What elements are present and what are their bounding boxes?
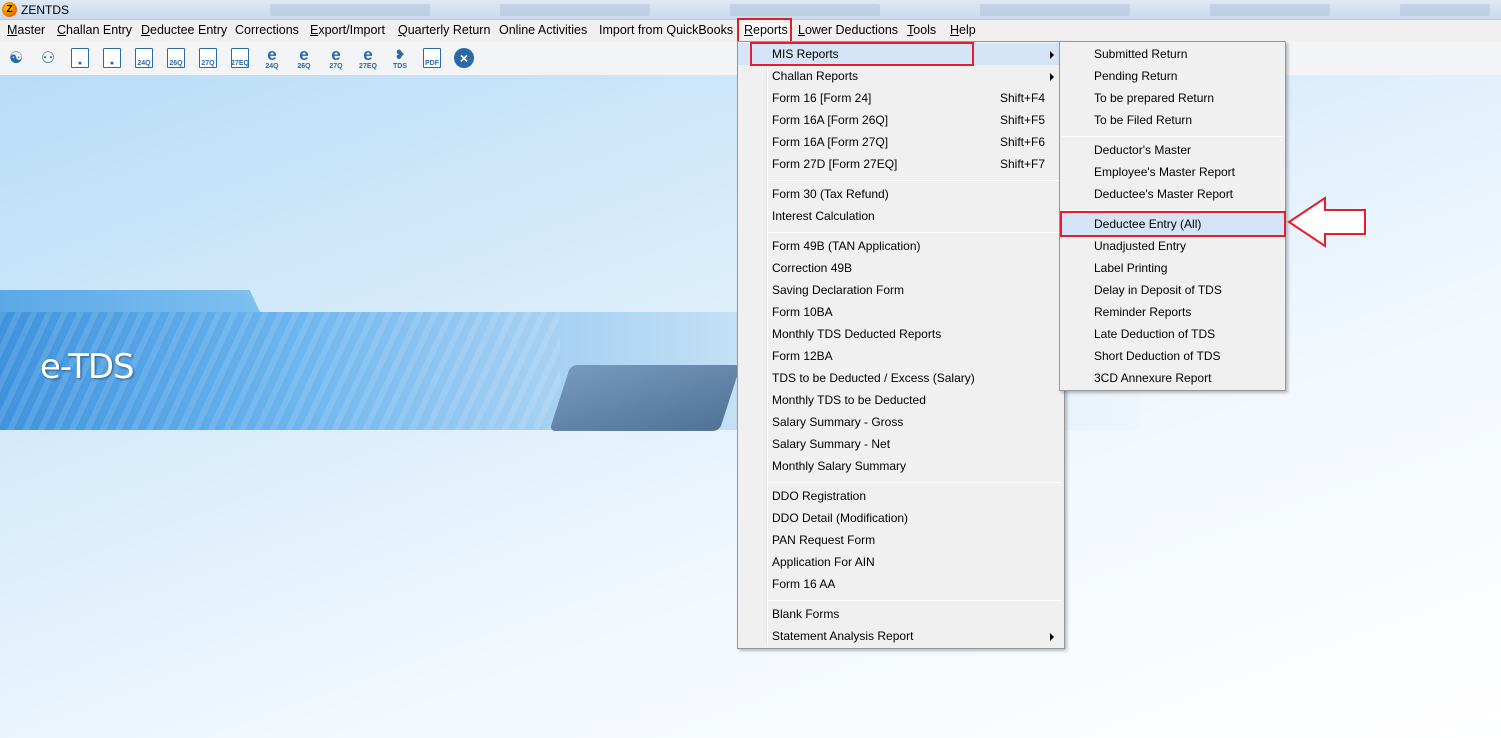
- submenu-arrow-icon: [1050, 51, 1054, 59]
- menu-item-saving-declaration[interactable]: Saving Declaration Form: [738, 279, 1064, 301]
- menu-item-form10ba[interactable]: Form 10BA: [738, 301, 1064, 323]
- menu-separator: [1062, 136, 1283, 137]
- menu-corrections[interactable]: Corrections: [235, 23, 299, 37]
- menu-export-import[interactable]: Export/Import: [310, 23, 385, 37]
- banner-title: e-TDS: [40, 347, 135, 387]
- menu-item-unadjusted-entry[interactable]: Unadjusted Entry: [1060, 235, 1285, 257]
- menu-item-short-deduction-tds[interactable]: Short Deduction of TDS: [1060, 345, 1285, 367]
- menu-item-form30[interactable]: Form 30 (Tax Refund): [738, 183, 1064, 205]
- form-27q-icon[interactable]: 27Q: [196, 46, 220, 70]
- calculator-image: [549, 365, 741, 431]
- menu-item-reminder-reports[interactable]: Reminder Reports: [1060, 301, 1285, 323]
- menu-item-statement-analysis[interactable]: Statement Analysis Report: [738, 625, 1064, 647]
- e-27eq-icon[interactable]: e 27EQ: [356, 46, 380, 70]
- menu-import-quickbooks[interactable]: Import from QuickBooks: [599, 23, 733, 37]
- menu-item-salary-summary-gross[interactable]: Salary Summary - Gross: [738, 411, 1064, 433]
- menu-item-monthly-tds-to-deduct[interactable]: Monthly TDS to be Deducted: [738, 389, 1064, 411]
- menu-item-3cd-annexure-report[interactable]: 3CD Annexure Report: [1060, 367, 1285, 389]
- menu-master[interactable]: Master: [7, 23, 45, 37]
- pointer-arrow-icon: [1287, 196, 1366, 248]
- menu-item-ddo-registration[interactable]: DDO Registration: [738, 485, 1064, 507]
- menu-tools[interactable]: Tools: [907, 23, 936, 37]
- background-taskbar: [250, 0, 1500, 20]
- menu-item-mis-reports[interactable]: MIS Reports: [738, 43, 1064, 65]
- menu-item-application-ain[interactable]: Application For AIN: [738, 551, 1064, 573]
- menu-item-form16aa[interactable]: Form 16 AA: [738, 573, 1064, 595]
- menu-item-late-deduction-tds[interactable]: Late Deduction of TDS: [1060, 323, 1285, 345]
- menu-item-monthly-salary-summary[interactable]: Monthly Salary Summary: [738, 455, 1064, 477]
- menu-help[interactable]: Help: [950, 23, 976, 37]
- menu-item-blank-forms[interactable]: Blank Forms: [738, 603, 1064, 625]
- menu-item-tds-excess-salary[interactable]: TDS to be Deducted / Excess (Salary): [738, 367, 1064, 389]
- form-27eq-icon[interactable]: 27EQ: [228, 46, 252, 70]
- form-24q-icon[interactable]: 24Q: [132, 46, 156, 70]
- menu-item-pending-return[interactable]: Pending Return: [1060, 65, 1285, 87]
- e-27q-icon[interactable]: e 27Q: [324, 46, 348, 70]
- banner-tab: [0, 290, 260, 312]
- menu-separator: [768, 180, 1062, 181]
- pdf-icon[interactable]: PDF: [420, 46, 444, 70]
- menu-item-delay-deposit-tds[interactable]: Delay in Deposit of TDS: [1060, 279, 1285, 301]
- e-26q-icon[interactable]: e 26Q: [292, 46, 316, 70]
- reports-menu: MIS Reports Challan Reports Form 16 [For…: [737, 41, 1065, 649]
- menu-item-deductees-master-report[interactable]: Deductee's Master Report: [1060, 183, 1285, 205]
- menu-item-to-be-prepared-return[interactable]: To be prepared Return: [1060, 87, 1285, 109]
- mis-reports-submenu: Submitted Return Pending Return To be pr…: [1059, 41, 1286, 391]
- person-doc-icon[interactable]: ●: [68, 46, 92, 70]
- menu-challan-entry[interactable]: Challan Entry: [57, 23, 132, 37]
- menu-item-to-be-filed-return[interactable]: To be Filed Return: [1060, 109, 1285, 131]
- menu-item-form49b[interactable]: Form 49B (TAN Application): [738, 235, 1064, 257]
- menu-item-form16a-26q[interactable]: Form 16A [Form 26Q] Shift+F5: [738, 109, 1064, 131]
- menu-item-interest-calculation[interactable]: Interest Calculation: [738, 205, 1064, 227]
- menu-item-form16a-27q[interactable]: Form 16A [Form 27Q] Shift+F6: [738, 131, 1064, 153]
- users-icon[interactable]: ☯: [4, 46, 28, 70]
- menu-item-label-printing[interactable]: Label Printing: [1060, 257, 1285, 279]
- menu-separator: [768, 482, 1062, 483]
- menu-item-correction-49b[interactable]: Correction 49B: [738, 257, 1064, 279]
- menu-item-deductee-entry-all[interactable]: Deductee Entry (All): [1060, 213, 1285, 235]
- menu-item-ddo-detail[interactable]: DDO Detail (Modification): [738, 507, 1064, 529]
- menu-item-monthly-tds-deducted[interactable]: Monthly TDS Deducted Reports: [738, 323, 1064, 345]
- menu-bar: Master Challan Entry Deductee Entry Corr…: [0, 20, 1501, 41]
- e-24q-icon[interactable]: e 24Q: [260, 46, 284, 70]
- menu-separator: [768, 600, 1062, 601]
- menu-item-form27d-27eq[interactable]: Form 27D [Form 27EQ] Shift+F7: [738, 153, 1064, 175]
- menu-reports[interactable]: Reports: [744, 23, 788, 37]
- menu-item-form12ba[interactable]: Form 12BA: [738, 345, 1064, 367]
- app-logo-icon: Z: [2, 2, 17, 17]
- menu-item-pan-request[interactable]: PAN Request Form: [738, 529, 1064, 551]
- group-icon[interactable]: ⚇: [36, 46, 60, 70]
- menu-item-deductors-master[interactable]: Deductor's Master: [1060, 139, 1285, 161]
- menu-item-challan-reports[interactable]: Challan Reports: [738, 65, 1064, 87]
- tds-icon[interactable]: ❥ TDS: [388, 46, 412, 70]
- title-bar: Z ZENTDS: [0, 0, 1501, 20]
- menu-lower-deductions[interactable]: Lower Deductions: [798, 23, 898, 37]
- menu-online-activities[interactable]: Online Activities: [499, 23, 587, 37]
- submenu-arrow-icon: [1050, 633, 1054, 641]
- menu-item-form16-24[interactable]: Form 16 [Form 24] Shift+F4: [738, 87, 1064, 109]
- menu-item-submitted-return[interactable]: Submitted Return: [1060, 43, 1285, 65]
- menu-item-employees-master-report[interactable]: Employee's Master Report: [1060, 161, 1285, 183]
- menu-quarterly-return[interactable]: Quarterly Return: [398, 23, 490, 37]
- form-26q-icon[interactable]: 26Q: [164, 46, 188, 70]
- window-title: ZENTDS: [21, 3, 69, 17]
- close-icon[interactable]: ×: [452, 46, 476, 70]
- person-doc-icon-2[interactable]: ●: [100, 46, 124, 70]
- menu-separator: [768, 232, 1062, 233]
- submenu-arrow-icon: [1050, 73, 1054, 81]
- menu-deductee-entry[interactable]: Deductee Entry: [141, 23, 227, 37]
- menu-separator: [1062, 210, 1283, 211]
- menu-item-salary-summary-net[interactable]: Salary Summary - Net: [738, 433, 1064, 455]
